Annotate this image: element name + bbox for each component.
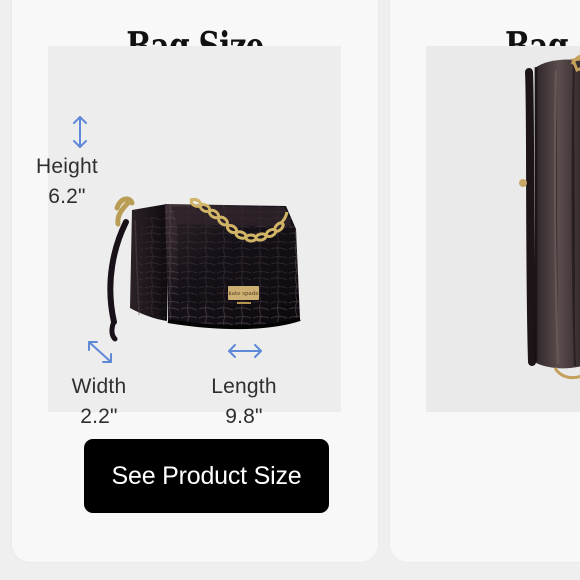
horizontal-double-arrow-icon [228,344,262,358]
length-dimension: Length 9.8" [200,372,288,432]
vertical-double-arrow-icon [73,116,87,148]
width-value: 2.2" [80,405,118,428]
width-label: Width [71,375,127,398]
length-value: 9.8" [225,405,263,428]
black-crossbody-bag-image: kate spade [107,196,301,342]
length-label: Length [211,375,277,398]
bag-size-card: Bag Size Height 6.2" [12,0,378,562]
height-label: Height [36,155,98,178]
diagonal-double-arrow-icon [88,341,112,363]
side-view-bag-image [519,54,580,380]
svg-text:kate spade: kate spade [228,291,258,297]
see-product-size-button[interactable]: See Product Size [84,439,329,513]
second-bag-size-card: Bag Si [390,0,580,562]
width-dimension: Width 2.2" [60,372,138,432]
product-size-carousel: Bag Size Height 6.2" [0,0,580,580]
